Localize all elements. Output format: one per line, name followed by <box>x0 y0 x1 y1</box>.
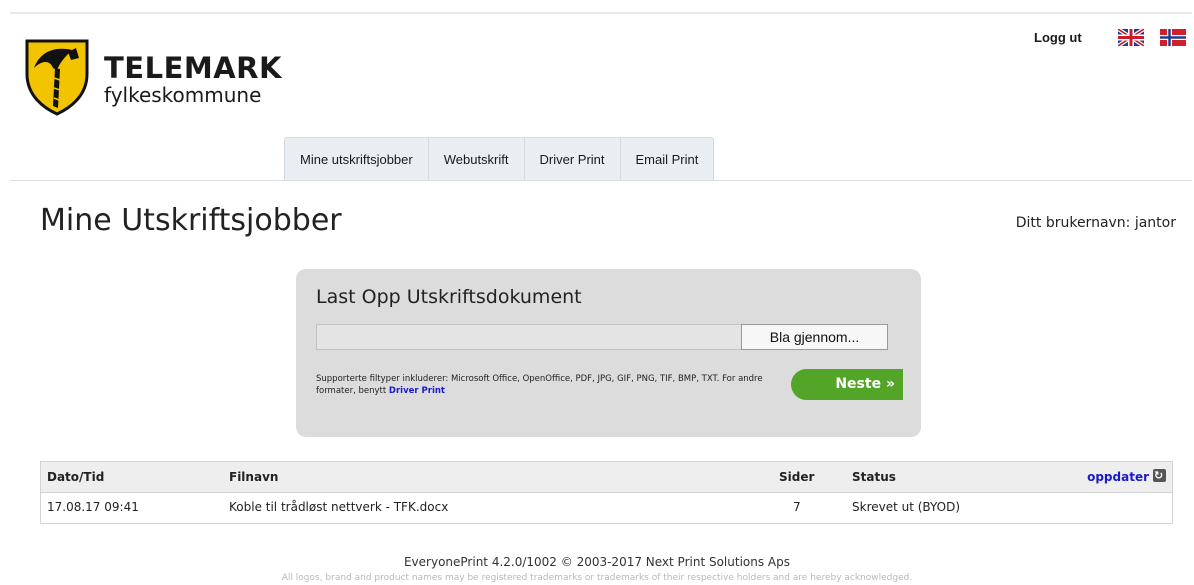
refresh-icon[interactable] <box>1153 460 1166 491</box>
logo-subtitle: fylkeskommune <box>104 83 262 107</box>
logout-link[interactable]: Logg ut <box>1034 30 1082 45</box>
column-header-pages[interactable]: Sider <box>779 462 814 493</box>
browse-button[interactable]: Bla gjennom... <box>741 324 888 350</box>
coat-of-arms-icon <box>25 39 89 116</box>
footer-version: EveryonePrint 4.2.0/1002 © 2003-2017 Nex… <box>403 555 791 569</box>
top-divider <box>10 12 1192 14</box>
refresh-label[interactable]: oppdater <box>1087 462 1149 493</box>
table-row[interactable]: 17.08.17 09:41 Koble til trådløst nettve… <box>41 493 1172 523</box>
job-status: Skrevet ut (BYOD) <box>852 500 961 514</box>
tab-driver-print[interactable]: Driver Print <box>525 138 621 181</box>
logo-title: TELEMARK <box>104 51 282 85</box>
norwegian-flag-icon[interactable] <box>1160 29 1186 46</box>
upload-panel: Last Opp Utskriftsdokument Bla gjennom..… <box>296 269 921 437</box>
supported-types-text: Supporterte filtyper inkluderer: Microso… <box>316 373 776 397</box>
job-pages: 7 <box>793 500 801 514</box>
driver-print-link[interactable]: Driver Print <box>389 386 445 396</box>
upload-title: Last Opp Utskriftsdokument <box>316 286 582 308</box>
table-header-row: Dato/Tid Filnavn Sider Status oppdater <box>41 460 1172 493</box>
page-title: Mine Utskriftsjobber <box>40 203 342 238</box>
footer-trademark: All logos, brand and product names may b… <box>281 573 913 583</box>
job-filename: Koble til trådløst nettverk - TFK.docx <box>229 500 449 514</box>
main-nav: Mine utskriftsjobber Webutskrift Driver … <box>284 137 715 181</box>
tab-webutskrift[interactable]: Webutskrift <box>429 138 525 181</box>
nav-divider <box>10 180 1192 181</box>
next-button[interactable]: Neste » <box>791 369 903 400</box>
tab-email-print[interactable]: Email Print <box>621 138 714 181</box>
jobs-table: Dato/Tid Filnavn Sider Status oppdater 1… <box>40 460 1173 524</box>
job-date: 17.08.17 09:41 <box>47 500 139 514</box>
logo: TELEMARK fylkeskommune <box>24 38 282 116</box>
column-header-filename[interactable]: Filnavn <box>229 462 278 493</box>
column-header-date[interactable]: Dato/Tid <box>47 462 104 493</box>
username-label: Ditt brukernavn: jantor <box>1015 215 1176 231</box>
tab-mine-utskriftsjobber[interactable]: Mine utskriftsjobber <box>285 138 429 181</box>
column-header-status[interactable]: Status <box>852 462 896 493</box>
english-flag-icon[interactable] <box>1118 29 1144 46</box>
refresh-link[interactable]: oppdater <box>1087 460 1166 493</box>
supported-types-label: Supporterte filtyper inkluderer: Microso… <box>316 374 763 396</box>
